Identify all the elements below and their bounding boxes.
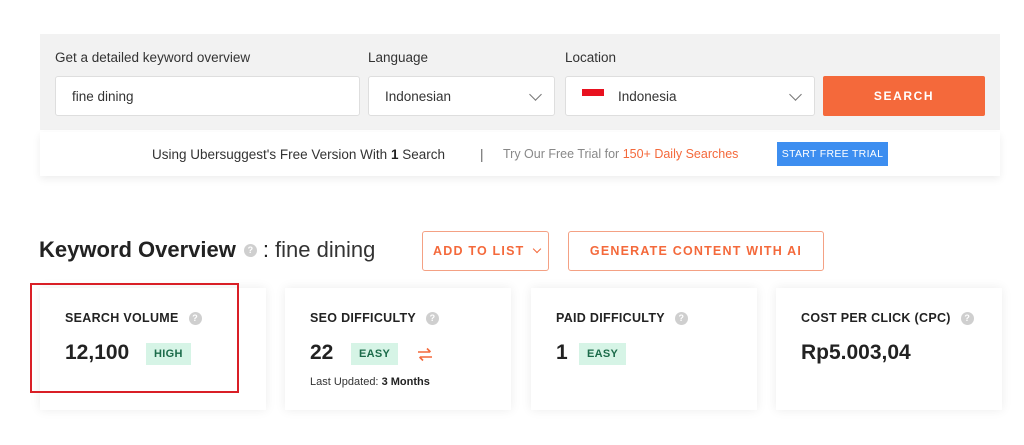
page-title: Keyword Overview ? : fine dining — [39, 237, 376, 262]
generate-content-button[interactable]: GENERATE CONTENT WITH AI — [568, 231, 824, 271]
help-icon[interactable]: ? — [960, 311, 974, 325]
overview-title: Keyword Overview — [39, 237, 236, 262]
language-select[interactable]: Indonesian — [368, 76, 555, 116]
last-updated: Last Updated: 3 Months — [310, 376, 430, 388]
start-free-trial-button[interactable]: START FREE TRIAL — [777, 142, 888, 166]
overview-keyword: fine dining — [275, 237, 376, 262]
keyword-label: Get a detailed keyword overview — [55, 50, 251, 65]
status-badge: EASY — [351, 343, 399, 365]
language-label: Language — [368, 50, 429, 65]
language-value: Indonesian — [385, 88, 452, 104]
cpc-card: COST PER CLICK (CPC)? Rp5.003,04 — [776, 288, 1002, 410]
refresh-icon[interactable] — [415, 344, 435, 364]
chevron-down-icon — [789, 88, 802, 101]
trial-banner: Using Ubersuggest's Free Version With 1 … — [40, 132, 1000, 176]
help-icon[interactable]: ? — [243, 243, 257, 257]
metric-value: 22 — [310, 341, 334, 364]
metric-name: COST PER CLICK (CPC) — [801, 311, 951, 325]
search-panel: Get a detailed keyword overview Language… — [40, 34, 1000, 130]
seo-difficulty-card: SEO DIFFICULTY? 22 EASY Last Updated: 3 … — [285, 288, 511, 410]
location-select[interactable]: Indonesia — [565, 76, 815, 116]
status-badge: EASY — [579, 343, 627, 365]
metric-value: 1 — [556, 341, 568, 364]
search-button[interactable]: SEARCH — [823, 76, 985, 116]
chevron-down-icon — [533, 244, 542, 254]
add-to-list-button[interactable]: ADD TO LIST — [422, 231, 549, 271]
free-version-text: Using Ubersuggest's Free Version With 1 … — [152, 146, 445, 162]
metric-name: SEO DIFFICULTY — [310, 311, 417, 325]
help-icon[interactable]: ? — [426, 311, 440, 325]
keyword-input[interactable] — [55, 76, 360, 116]
indonesia-flag-icon — [582, 88, 604, 104]
chevron-down-icon — [529, 88, 542, 101]
metric-name: PAID DIFFICULTY — [556, 311, 665, 325]
paid-difficulty-card: PAID DIFFICULTY? 1 EASY — [531, 288, 757, 410]
location-value: Indonesia — [618, 88, 677, 104]
trial-offer-text: Try Our Free Trial for 150+ Daily Search… — [503, 147, 739, 161]
location-label: Location — [565, 50, 617, 65]
divider: | — [480, 146, 484, 162]
help-icon[interactable]: ? — [674, 311, 688, 325]
metric-value: Rp5.003,04 — [801, 341, 911, 364]
highlight-box — [30, 283, 239, 393]
